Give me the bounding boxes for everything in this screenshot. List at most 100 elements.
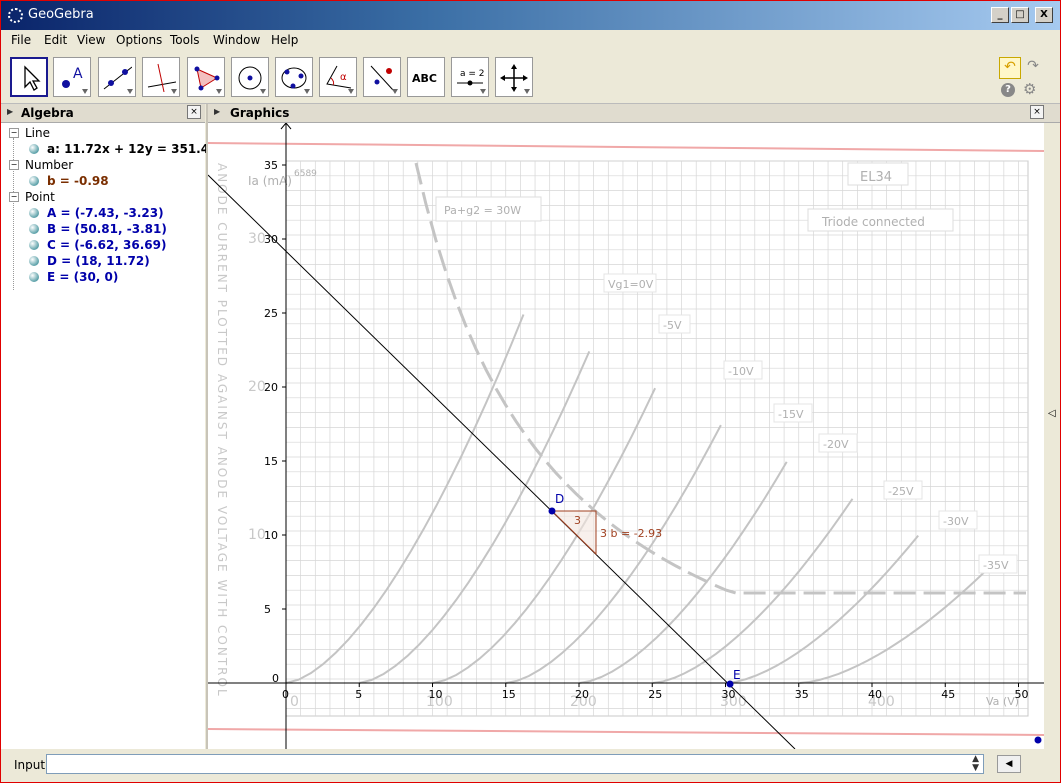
menu-help[interactable]: Help bbox=[271, 33, 298, 47]
menu-tools[interactable]: Tools bbox=[170, 33, 200, 47]
object-point-C[interactable]: C = (-6.62, 36.69) bbox=[47, 238, 166, 252]
graphics-panel-header: ▶ Graphics × bbox=[208, 104, 1060, 123]
visibility-toggle-D[interactable] bbox=[29, 256, 39, 266]
category-line: Line bbox=[25, 126, 51, 140]
input-help-button[interactable]: ◀ bbox=[997, 755, 1021, 773]
datasheet-curve bbox=[799, 571, 985, 684]
datasheet-curve-label: -35V bbox=[983, 559, 1009, 572]
input-field[interactable]: ▲ ▼ bbox=[46, 754, 984, 774]
datasheet-curve-label: -15V bbox=[778, 408, 804, 421]
geogebra-logo-icon bbox=[8, 8, 23, 23]
menu-options[interactable]: Options bbox=[116, 33, 162, 47]
close-button[interactable]: X bbox=[1035, 7, 1053, 23]
x-tick-label: 0 bbox=[282, 688, 289, 701]
visibility-toggle-a[interactable] bbox=[29, 144, 39, 154]
point-D-label: D bbox=[555, 492, 564, 506]
category-point: Point bbox=[25, 190, 55, 204]
slope-run-label: 3 bbox=[574, 514, 581, 527]
menu-window[interactable]: Window bbox=[213, 33, 260, 47]
visibility-toggle-E[interactable] bbox=[29, 272, 39, 282]
y-tick-label: 25 bbox=[264, 307, 278, 320]
svg-text:a = 2: a = 2 bbox=[460, 69, 485, 79]
polygon-icon bbox=[194, 66, 220, 91]
input-label: Input: bbox=[14, 758, 50, 772]
window-title: GeoGebra bbox=[28, 7, 94, 22]
undo-icon[interactable]: ↶ bbox=[999, 57, 1021, 79]
menu-file[interactable]: File bbox=[11, 33, 31, 47]
expand-panel-icon[interactable]: ◁ bbox=[1048, 408, 1056, 419]
input-bar: Input: ▲ ▼ ◀ bbox=[1, 750, 1060, 782]
text-icon: ABC bbox=[412, 72, 437, 85]
angle-icon: α bbox=[326, 65, 352, 89]
conic-tool-button[interactable] bbox=[275, 57, 313, 97]
ellipse-icon bbox=[281, 67, 307, 89]
move-tool-button[interactable] bbox=[10, 57, 48, 97]
y-tick-label: 5 bbox=[264, 603, 271, 616]
datasheet-dissipation: Pa+g2 = 30W bbox=[444, 204, 521, 217]
text-tool-button[interactable]: ABC bbox=[407, 57, 445, 97]
menu-edit[interactable]: Edit bbox=[44, 33, 67, 47]
x-tick-label: 15 bbox=[502, 688, 516, 701]
visibility-toggle-C[interactable] bbox=[29, 240, 39, 250]
category-number: Number bbox=[25, 158, 74, 172]
redo-icon[interactable]: ↷ bbox=[1023, 57, 1043, 77]
point-D[interactable] bbox=[548, 507, 556, 515]
perpendicular-tool-button[interactable] bbox=[142, 57, 180, 97]
graphics-close-button[interactable]: × bbox=[1030, 105, 1044, 119]
collapse-line-toggle[interactable]: − bbox=[9, 128, 19, 138]
datasheet-curve bbox=[359, 350, 591, 684]
line-a[interactable] bbox=[208, 174, 796, 749]
object-point-A[interactable]: A = (-7.43, -3.23) bbox=[47, 206, 164, 220]
datasheet-curve-label: -30V bbox=[943, 515, 969, 528]
gear-icon[interactable]: ⚙ bbox=[1023, 80, 1036, 98]
circle-icon bbox=[238, 66, 262, 90]
object-point-D[interactable]: D = (18, 11.72) bbox=[47, 254, 150, 268]
datasheet-curve bbox=[285, 314, 525, 684]
maximize-button[interactable]: □ bbox=[1011, 7, 1029, 23]
graphics-panel-title: Graphics bbox=[230, 106, 290, 120]
datasheet-curve bbox=[506, 424, 722, 684]
y-tick-label: 10 bbox=[264, 529, 278, 542]
algebra-close-button[interactable]: × bbox=[187, 105, 201, 119]
object-number-b[interactable]: b = -0.98 bbox=[47, 174, 109, 188]
visibility-toggle-B[interactable] bbox=[29, 224, 39, 234]
help-icon[interactable]: ? bbox=[1001, 83, 1015, 97]
svg-text:A: A bbox=[73, 66, 83, 82]
x-tick-label: 50 bbox=[1015, 688, 1029, 701]
circle-tool-button[interactable] bbox=[231, 57, 269, 97]
polygon-tool-button[interactable] bbox=[187, 57, 225, 97]
collapse-point-toggle[interactable]: − bbox=[9, 192, 19, 202]
datasheet-curve-label: -25V bbox=[888, 485, 914, 498]
object-point-E[interactable]: E = (30, 0) bbox=[47, 270, 118, 284]
datasheet-curve-label: -10V bbox=[728, 365, 754, 378]
y-tick-label: 30 bbox=[264, 233, 278, 246]
datasheet-curve-label: -20V bbox=[823, 438, 849, 451]
point-B[interactable] bbox=[1034, 736, 1042, 744]
object-point-B[interactable]: B = (50.81, -3.81) bbox=[47, 222, 167, 236]
collapse-number-toggle[interactable]: − bbox=[9, 160, 19, 170]
line-tool-button[interactable] bbox=[98, 57, 136, 97]
panel-arrow-icon[interactable]: ▶ bbox=[214, 107, 220, 116]
move-view-tool-button[interactable] bbox=[495, 57, 533, 97]
object-line-a[interactable]: a: 11.72x + 12y = 351.45 bbox=[47, 142, 217, 156]
menu-view[interactable]: View bbox=[77, 33, 105, 47]
datasheet-ylabel: Ia (mA) bbox=[248, 174, 292, 188]
minimize-button[interactable]: _ bbox=[991, 7, 1009, 23]
panel-arrow-icon[interactable]: ▶ bbox=[7, 107, 13, 116]
angle-tool-button[interactable]: α bbox=[319, 57, 357, 97]
slider-tool-button[interactable]: a = 2 bbox=[451, 57, 489, 97]
origin-label: 0 bbox=[272, 672, 279, 685]
datasheet-code: 6589 bbox=[294, 169, 317, 179]
datasheet-background-image: ANODE CURRENT PLOTTED AGAINST ANODE VOLT… bbox=[208, 142, 1044, 736]
graphics-canvas[interactable]: ANODE CURRENT PLOTTED AGAINST ANODE VOLT… bbox=[208, 123, 1044, 749]
algebra-panel-header: ▶ Algebra × bbox=[1, 104, 205, 123]
visibility-toggle-b[interactable] bbox=[29, 176, 39, 186]
visibility-toggle-A[interactable] bbox=[29, 208, 39, 218]
reflect-tool-button[interactable] bbox=[363, 57, 401, 97]
point-tool-button[interactable]: A bbox=[53, 57, 91, 97]
menu-bar: File Edit View Options Tools Window Help bbox=[1, 30, 1060, 52]
algebra-panel-title: Algebra bbox=[21, 106, 74, 120]
x-tick-label: 40 bbox=[868, 688, 882, 701]
graphics-view[interactable]: ANODE CURRENT PLOTTED AGAINST ANODE VOLT… bbox=[208, 123, 1044, 749]
input-history-spinner-icon[interactable]: ▲ ▼ bbox=[972, 755, 979, 773]
